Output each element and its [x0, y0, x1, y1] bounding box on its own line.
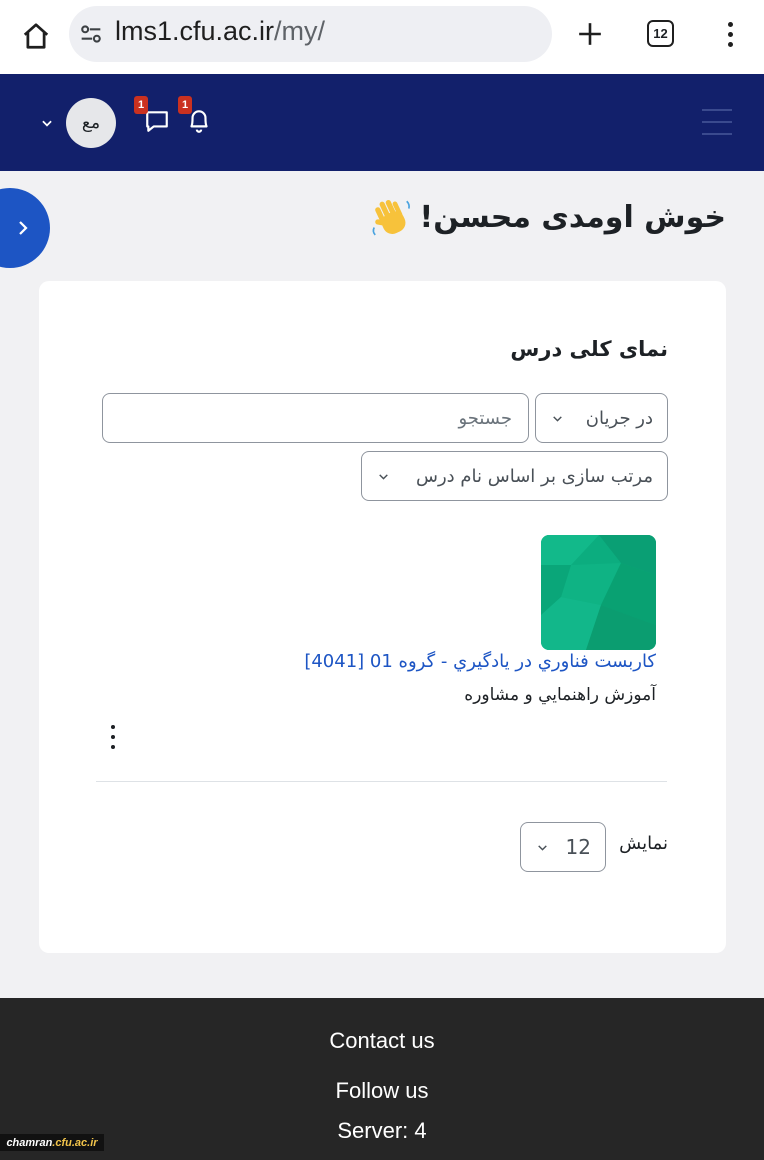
server-label: Server: 4: [337, 1118, 427, 1143]
watermark-domain: .cfu.ac.ir: [52, 1136, 98, 1149]
watermark: chamran .cfu.ac.ir: [0, 1134, 104, 1151]
plus-icon: [579, 23, 601, 45]
sort-select-value: مرتب سازی بر اساس نام درس: [415, 465, 653, 487]
url-text[interactable]: lms1.cfu.ac.ir/my/: [115, 16, 325, 47]
course-actions-menu-icon[interactable]: [107, 725, 119, 749]
url-host: lms1.cfu.ac.ir: [115, 16, 275, 46]
follow-us-label: Follow us: [335, 1078, 429, 1103]
course-category: آموزش راهنمايي و مشاوره: [464, 685, 656, 705]
messages-button[interactable]: [144, 108, 170, 134]
greeting-text: خوش اومدی محسن!: [419, 199, 726, 235]
new-tab-button[interactable]: [570, 14, 610, 54]
chevron-down-icon: [376, 469, 390, 483]
card-title: نمای کلی درس: [510, 337, 668, 361]
browser-menu-button[interactable]: [716, 14, 744, 54]
chevron-down-icon: [535, 840, 549, 854]
per-page-value: 12: [565, 835, 591, 859]
chevron-down-icon: [550, 411, 564, 425]
user-menu[interactable]: مع: [38, 98, 116, 148]
status-filter-select[interactable]: در جریان: [535, 393, 668, 443]
watermark-site: chamran: [6, 1136, 53, 1149]
avatar[interactable]: مع: [66, 98, 116, 148]
divider: [96, 781, 667, 782]
course-overview-card: نمای کلی درس در جریان مرتب سازی بر اساس …: [39, 281, 726, 953]
site-settings-icon[interactable]: [77, 20, 105, 48]
address-bar[interactable]: lms1.cfu.ac.ir/my/: [69, 6, 552, 62]
messages-count-badge: 1: [134, 96, 148, 114]
tab-switcher-button[interactable]: 12: [647, 20, 674, 47]
sort-select[interactable]: مرتب سازی بر اساس نام درس: [361, 451, 668, 501]
contact-us-link[interactable]: Contact us: [0, 1028, 764, 1054]
course-name-link[interactable]: كاربست فناوري در يادگيري - گروه 01 [4041…: [304, 651, 656, 672]
hamburger-menu-icon[interactable]: [702, 109, 732, 135]
per-page-select[interactable]: 12: [520, 822, 606, 872]
chevron-right-icon: [19, 221, 28, 235]
course-image[interactable]: [541, 535, 656, 650]
browser-toolbar: lms1.cfu.ac.ir/my/ 12: [0, 0, 764, 74]
chevron-down-icon: [38, 114, 56, 132]
site-footer: Contact us Follow us Server: 4: [0, 998, 764, 1160]
show-label: نمایش: [619, 833, 668, 854]
drawer-toggle-button[interactable]: [0, 188, 50, 268]
page-greeting: خوش اومدی محسن!: [370, 196, 726, 238]
waving-hand-icon: [372, 199, 410, 236]
search-input[interactable]: [102, 393, 529, 443]
home-button[interactable]: [14, 14, 58, 58]
status-filter-value: در جریان: [585, 407, 653, 429]
notifications-count-badge: 1: [178, 96, 192, 114]
chat-bubble-icon: [146, 111, 168, 132]
home-icon: [23, 23, 49, 49]
url-path: /my/: [274, 16, 326, 46]
